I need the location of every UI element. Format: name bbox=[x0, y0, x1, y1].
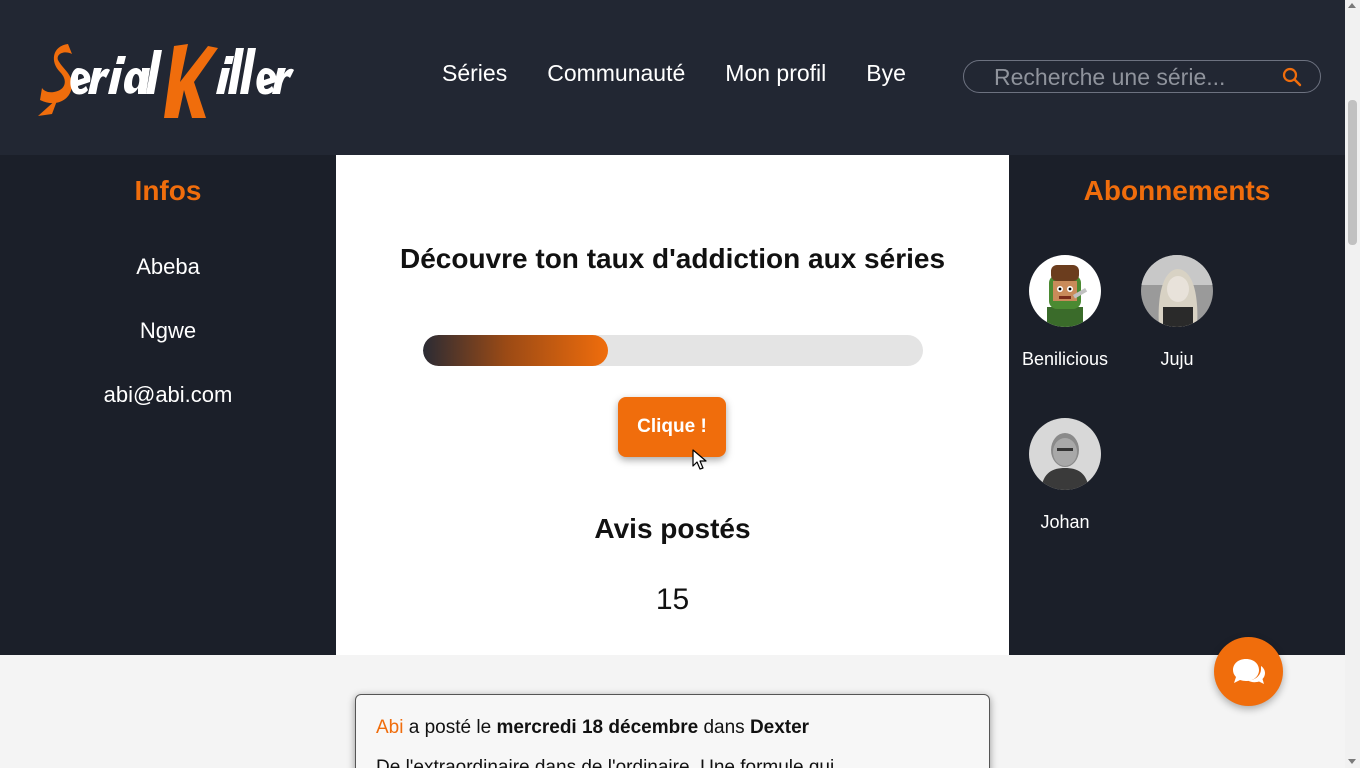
subscriptions-panel: Abonnements Benilicious Juju Johan bbox=[1009, 155, 1345, 655]
post-date: mercredi 18 décembre bbox=[496, 717, 699, 738]
avatar[interactable] bbox=[1029, 255, 1101, 327]
nav-series[interactable]: Séries bbox=[442, 58, 507, 88]
infos-title: Infos bbox=[134, 175, 202, 206]
subscription-name[interactable]: Johan bbox=[1010, 512, 1120, 533]
avatar[interactable] bbox=[1141, 255, 1213, 327]
search-bar bbox=[963, 60, 1321, 93]
addiction-progress-bar bbox=[423, 335, 923, 366]
page-scrollbar[interactable] bbox=[1345, 0, 1360, 768]
info-email: abi@abi.com bbox=[103, 382, 233, 407]
main-content: Découvre ton taux d'addiction aux séries… bbox=[336, 155, 1009, 655]
main-nav: Séries Communauté Mon profil Bye bbox=[442, 58, 946, 88]
subscription-user[interactable]: Johan bbox=[1010, 418, 1120, 533]
chat-icon bbox=[1233, 659, 1265, 684]
chat-button[interactable] bbox=[1214, 637, 1283, 706]
post-label-posted: a posté le bbox=[408, 717, 492, 738]
search-input[interactable] bbox=[984, 63, 1284, 91]
addiction-test-button[interactable]: Clique ! bbox=[618, 397, 726, 457]
subscription-user[interactable]: Juju bbox=[1122, 255, 1232, 370]
nav-community[interactable]: Communauté bbox=[547, 58, 685, 88]
logo[interactable] bbox=[38, 38, 294, 122]
post-author[interactable]: Abi bbox=[376, 717, 403, 738]
infos-panel: Infos Abeba Ngwe abi@abi.com bbox=[0, 155, 336, 655]
avatar[interactable] bbox=[1029, 418, 1101, 490]
info-last-name: Ngwe bbox=[139, 318, 197, 343]
subscriptions-title: Abonnements bbox=[1083, 175, 1271, 206]
post-meta: Abi a posté le mercredi 18 décembre dans… bbox=[376, 717, 809, 739]
scroll-down-icon[interactable] bbox=[1348, 759, 1356, 764]
subscription-user[interactable]: Benilicious bbox=[1010, 255, 1120, 370]
cursor-icon bbox=[692, 449, 707, 470]
post-excerpt: De l'extraordinaire dans de l'ordinaire.… bbox=[376, 757, 835, 768]
info-first-name: Abeba bbox=[136, 254, 200, 279]
post-card[interactable]: Abi a posté le mercredi 18 décembre dans… bbox=[355, 694, 990, 768]
scrollbar-thumb[interactable] bbox=[1348, 100, 1357, 245]
reviews-posted-title: Avis postés bbox=[594, 513, 751, 544]
header: Séries Communauté Mon profil Bye bbox=[0, 0, 1345, 155]
addiction-progress-fill bbox=[423, 335, 608, 366]
post-series[interactable]: Dexter bbox=[750, 717, 809, 738]
scroll-up-icon[interactable] bbox=[1348, 3, 1356, 8]
nav-logout[interactable]: Bye bbox=[866, 58, 906, 88]
reviews-posted-count: 15 bbox=[655, 583, 690, 616]
nav-my-profile[interactable]: Mon profil bbox=[725, 58, 826, 88]
subscription-name[interactable]: Benilicious bbox=[1010, 349, 1120, 370]
subscription-name[interactable]: Juju bbox=[1122, 349, 1232, 370]
post-label-in: dans bbox=[703, 717, 745, 738]
addiction-title: Découvre ton taux d'addiction aux séries bbox=[399, 243, 946, 274]
search-icon[interactable] bbox=[1282, 67, 1302, 87]
